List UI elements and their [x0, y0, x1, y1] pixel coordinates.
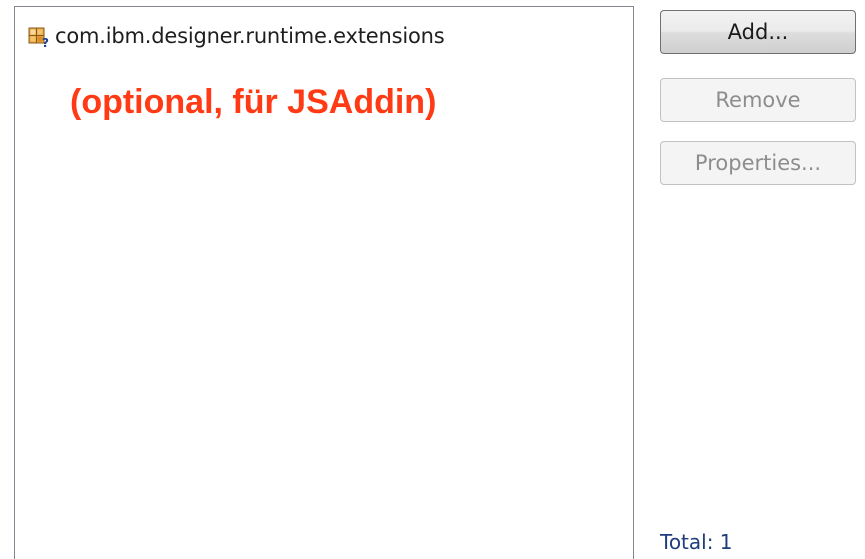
- list-item[interactable]: ? com.ibm.designer.runtime.extensions: [27, 21, 445, 51]
- total-count: Total: 1: [660, 530, 733, 554]
- remove-button[interactable]: Remove: [660, 78, 856, 122]
- add-button[interactable]: Add...: [660, 10, 856, 54]
- properties-button[interactable]: Properties...: [660, 141, 856, 185]
- svg-text:?: ?: [42, 36, 49, 48]
- annotation-note: (optional, für JSAddin): [70, 83, 437, 121]
- dependencies-panel: ? com.ibm.designer.runtime.extensions (o…: [0, 0, 865, 559]
- extensions-list[interactable]: ? com.ibm.designer.runtime.extensions (o…: [14, 6, 634, 559]
- plugin-unresolved-icon: ?: [27, 24, 51, 50]
- list-item-label: com.ibm.designer.runtime.extensions: [55, 24, 445, 48]
